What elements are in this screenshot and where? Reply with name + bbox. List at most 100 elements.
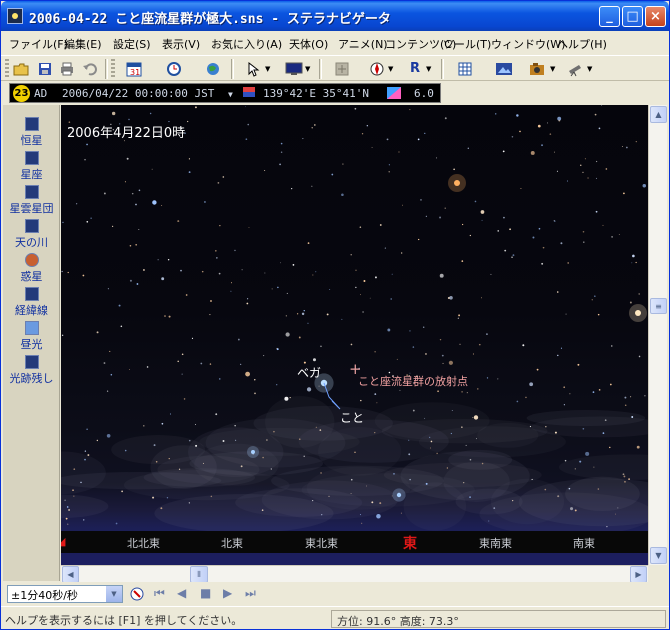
menu-favorites[interactable]: お気に入り(A)	[211, 36, 282, 52]
bright-blue-star	[251, 450, 255, 454]
save-icon[interactable]	[35, 59, 55, 78]
star	[217, 182, 220, 184]
stop-button[interactable]: ■	[200, 586, 211, 600]
open-folder-icon[interactable]	[11, 59, 31, 78]
star	[210, 300, 212, 302]
star-label-vega[interactable]: ベガ	[297, 364, 321, 381]
horizon-label-nne: 北北東	[127, 537, 160, 550]
play-button[interactable]: ▶	[223, 586, 232, 600]
menu-help[interactable]: ヘルプ(H)	[557, 36, 607, 52]
grid-icon[interactable]	[455, 59, 475, 78]
pointer-icon[interactable]	[244, 59, 264, 78]
panel-item-grid-lines[interactable]: 経緯線	[3, 287, 60, 318]
location-display[interactable]: 139°42'E 35°41'N	[263, 87, 369, 100]
undo-icon[interactable]	[80, 59, 100, 78]
datetime-display[interactable]: 2006/04/22 00:00:00 JST	[62, 87, 214, 100]
horizontal-scroll-thumb[interactable]: ⦀	[190, 566, 208, 583]
speed-tool-icon[interactable]	[129, 586, 145, 605]
print-icon[interactable]	[57, 59, 77, 78]
panel-item-stars[interactable]: 恒星	[3, 117, 60, 148]
panel-item-planets[interactable]: 惑星	[3, 253, 60, 284]
menu-objects[interactable]: 天体(O)	[289, 36, 328, 52]
star	[436, 157, 438, 159]
toolbar-grip[interactable]	[5, 59, 9, 79]
time-location-box[interactable]: 23 AD 2006/04/22 00:00:00 JST ▼ 139°42'E…	[9, 83, 441, 103]
star	[124, 449, 127, 452]
menu-edit[interactable]: 編集(E)	[64, 36, 102, 52]
speed-dropdown-arrow[interactable]: ▼	[106, 586, 122, 602]
menu-tools[interactable]: ツール(T)	[443, 36, 491, 52]
sky-view[interactable]: 2006年4月22日0時 ベガ こと + こと座流星群の放射点 ◢ 北北東 北東…	[61, 105, 648, 565]
star	[194, 424, 196, 426]
camera-icon[interactable]	[528, 59, 548, 78]
globe-icon[interactable]	[203, 59, 223, 78]
monitor-icon[interactable]	[284, 59, 304, 78]
star	[181, 353, 184, 356]
minimize-button[interactable]: _	[599, 6, 620, 27]
star	[544, 488, 547, 491]
forward-to-end-button[interactable]: ⏭	[245, 586, 256, 601]
telescope-icon[interactable]	[566, 59, 586, 78]
star	[355, 286, 357, 289]
date-badge[interactable]: 23	[13, 85, 30, 102]
star	[504, 249, 507, 252]
scroll-down-button[interactable]: ▼	[650, 547, 667, 564]
constellation-label-lyra[interactable]: こと	[340, 409, 364, 426]
camera-dropdown-arrow[interactable]: ▼	[550, 65, 555, 73]
monitor-dropdown-arrow[interactable]: ▼	[305, 65, 310, 73]
photo-icon[interactable]	[494, 59, 514, 78]
star	[545, 425, 547, 428]
star	[399, 389, 401, 391]
panel-item-nebulae[interactable]: 星雲星団	[3, 185, 60, 216]
menu-file[interactable]: ファイル(F)	[9, 36, 68, 52]
scroll-right-button[interactable]: ▶	[630, 566, 647, 583]
star	[401, 252, 403, 254]
panel-item-daylight[interactable]: 昼光	[3, 321, 60, 352]
star	[291, 188, 293, 190]
zoom-icon[interactable]	[332, 59, 352, 78]
star	[387, 328, 391, 332]
star	[497, 378, 499, 380]
compass-icon[interactable]	[367, 59, 387, 78]
calendar-icon[interactable]: 31	[124, 59, 144, 78]
star	[178, 468, 181, 470]
horizontal-scrollbar[interactable]: ◀ ⦀ ▶	[61, 565, 648, 583]
location-icon[interactable]	[242, 86, 256, 103]
maximize-button[interactable]: □	[622, 6, 643, 27]
scroll-up-button[interactable]: ▲	[650, 106, 667, 123]
star	[285, 315, 287, 317]
menu-view[interactable]: 表示(V)	[162, 36, 200, 52]
panel-item-trails[interactable]: 光跡残し	[3, 355, 60, 386]
magnitude-icon[interactable]	[386, 86, 402, 103]
star	[609, 446, 611, 449]
vertical-scroll-thumb[interactable]: ≡	[650, 298, 667, 314]
menu-animation[interactable]: アニメ(N)	[338, 36, 388, 52]
compass-dropdown-arrow[interactable]: ▼	[388, 65, 393, 73]
rewind-to-start-button[interactable]: ⏮	[154, 586, 165, 601]
menu-window[interactable]: ウィンドウ(W)	[491, 36, 565, 52]
title-bar[interactable]: 2006-04-22 こと座流星群が極大.sns - ステラナビゲータ _ □ …	[1, 1, 669, 31]
magnitude-display[interactable]: 6.0	[414, 87, 434, 100]
menu-settings[interactable]: 設定(S)	[113, 36, 151, 52]
star	[458, 314, 461, 317]
star	[532, 236, 535, 239]
star	[448, 360, 454, 365]
panel-item-constellations[interactable]: 星座	[3, 151, 60, 182]
telescope-dropdown-arrow[interactable]: ▼	[587, 65, 592, 73]
step-back-button[interactable]: ◀	[177, 586, 186, 600]
datetime-dropdown-arrow[interactable]: ▼	[228, 90, 233, 99]
toolbar-grip[interactable]	[111, 59, 115, 79]
speed-select[interactable]: ±1分40秒/秒 ▼	[7, 585, 123, 603]
r-dropdown-arrow[interactable]: ▼	[426, 65, 431, 73]
r-icon[interactable]: R	[405, 59, 425, 78]
star	[606, 526, 608, 528]
vertical-scrollbar[interactable]: ▲ ≡ ▼	[648, 105, 667, 565]
pointer-dropdown-arrow[interactable]: ▼	[265, 65, 270, 73]
star	[554, 431, 557, 434]
scroll-left-button[interactable]: ◀	[62, 566, 79, 583]
radiant-label[interactable]: こと座流星群の放射点	[358, 373, 468, 389]
clock-icon[interactable]	[164, 59, 184, 78]
panel-item-milky-way[interactable]: 天の川	[3, 219, 60, 250]
close-button[interactable]: ×	[645, 6, 666, 27]
star	[359, 514, 361, 516]
